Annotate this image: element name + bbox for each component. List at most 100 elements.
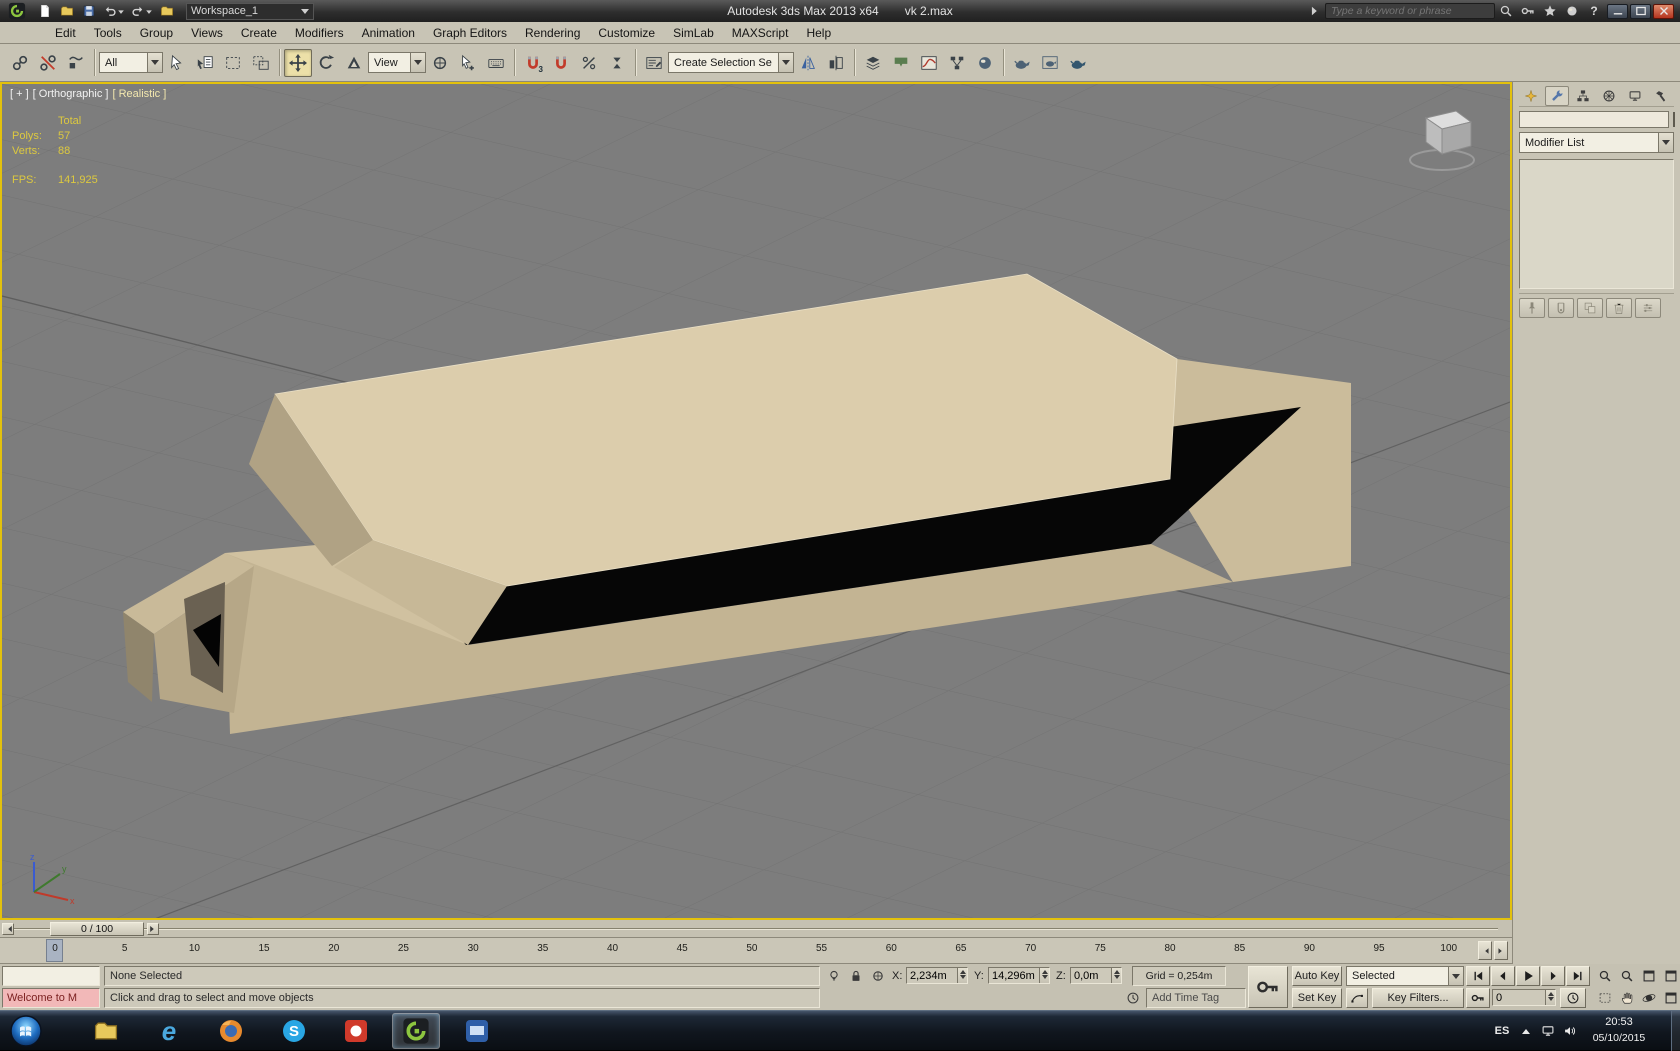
default-tangent-button[interactable] [1346,988,1368,1008]
key-mode-toggle-button[interactable] [1466,988,1490,1008]
view-cube[interactable] [1398,98,1486,186]
configure-modifier-sets-button[interactable] [1635,298,1661,318]
close-button[interactable] [1653,3,1674,19]
viewport-pov-menu[interactable]: [ Orthographic ] [33,88,109,100]
taskbar-3dsmax-button[interactable] [392,1013,440,1049]
zoom-region-button[interactable] [1594,988,1615,1008]
next-frame-button[interactable] [1541,966,1565,986]
make-unique-button[interactable] [1577,298,1603,318]
zoom-all-button[interactable] [1616,966,1637,986]
menu-item[interactable]: Animation [353,22,424,44]
select-and-manipulate-button[interactable] [454,49,482,77]
absolute-offset-toggle[interactable] [868,966,888,986]
named-selection-combo[interactable]: Create Selection Se [668,52,794,73]
tab-utilities[interactable] [1649,86,1673,106]
search-button[interactable] [1495,2,1517,20]
menu-item[interactable]: Graph Editors [424,22,516,44]
auto-key-button[interactable]: Auto Key [1292,966,1342,986]
zoom-button[interactable] [1594,966,1615,986]
maximize-viewport-toggle[interactable] [1660,988,1680,1008]
tab-motion[interactable] [1597,86,1621,106]
taskbar-clock[interactable]: 20:53 05/10/2015 [1576,1014,1662,1046]
menu-item[interactable]: Modifiers [286,22,353,44]
maxscript-macro-recorder[interactable] [2,966,100,986]
zoom-extents-button[interactable] [1638,966,1659,986]
select-by-name-button[interactable] [191,49,219,77]
selection-lock-toggle[interactable] [846,966,866,986]
time-slider-track[interactable] [14,928,1498,930]
help-button[interactable]: ? [1583,2,1605,20]
redo-button[interactable] [128,2,156,20]
menu-item[interactable]: Group [131,22,182,44]
menu-item[interactable]: Edit [46,22,85,44]
z-coordinate-input[interactable] [1071,969,1111,982]
time-slider-handle[interactable]: 0 / 100 [50,922,144,936]
chevron-down-icon[interactable] [1448,967,1463,985]
current-frame-input[interactable] [1493,991,1545,1004]
isolate-selection-toggle[interactable] [824,966,844,986]
play-animation-button[interactable] [1516,966,1540,986]
set-key-button[interactable]: Set Key [1292,988,1342,1008]
minimize-button[interactable] [1607,3,1628,19]
angle-snap-button[interactable] [547,49,575,77]
current-frame-field[interactable] [1492,989,1556,1006]
remove-modifier-button[interactable] [1606,298,1632,318]
set-keys-button[interactable] [1248,966,1288,1008]
bind-to-space-warp-button[interactable] [62,49,90,77]
new-scene-button[interactable] [34,2,56,20]
redo-dropdown-arrow[interactable] [146,10,152,16]
next-key-button[interactable] [1494,941,1508,960]
communication-center-button[interactable] [1561,2,1583,20]
edit-named-selections-button[interactable] [640,49,668,77]
select-object-button[interactable] [163,49,191,77]
time-configuration-button[interactable] [1560,988,1586,1008]
select-and-link-button[interactable] [6,49,34,77]
show-end-result-button[interactable] [1548,298,1574,318]
previous-frame-button[interactable] [1491,966,1515,986]
menu-item[interactable]: Rendering [516,22,589,44]
render-setup-button[interactable] [1008,49,1036,77]
menu-item[interactable]: Customize [589,22,664,44]
pan-view-button[interactable] [1616,988,1637,1008]
material-editor-button[interactable] [971,49,999,77]
time-slider-next-button[interactable] [147,923,159,935]
taskbar-blue-app-button[interactable] [455,1013,499,1049]
align-button[interactable] [822,49,850,77]
menu-item[interactable]: Views [182,22,232,44]
spinner-snap-button[interactable] [603,49,631,77]
orbit-button[interactable] [1638,988,1659,1008]
language-indicator[interactable]: ES [1492,1021,1512,1041]
unlink-selection-button[interactable] [34,49,62,77]
y-spinner[interactable] [1039,968,1049,983]
show-hidden-icons-button[interactable] [1516,1021,1536,1041]
add-time-tag-field[interactable]: Add Time Tag [1146,988,1246,1008]
z-coordinate-field[interactable] [1070,967,1122,984]
go-to-start-button[interactable] [1466,966,1490,986]
use-pivot-center-button[interactable] [426,49,454,77]
undo-dropdown-arrow[interactable] [118,10,124,16]
menu-item[interactable]: Help [797,22,840,44]
frame-spinner[interactable] [1545,990,1555,1005]
chevron-down-icon[interactable] [1658,133,1673,152]
taskbar-firefox-button[interactable] [209,1013,253,1049]
curve-editor-button[interactable] [915,49,943,77]
network-tray-icon[interactable] [1538,1021,1558,1041]
modifier-list-dropdown[interactable]: Modifier List [1519,132,1674,153]
y-coordinate-input[interactable] [989,969,1039,982]
zoom-extents-all-button[interactable] [1660,966,1680,986]
graphite-ribbon-button[interactable] [887,49,915,77]
subscription-button[interactable] [1517,2,1539,20]
modifier-stack-list[interactable] [1519,159,1674,289]
y-coordinate-field[interactable] [988,967,1050,984]
save-file-button[interactable] [78,2,100,20]
undo-button[interactable] [100,2,128,20]
search-input[interactable] [1325,3,1495,19]
tab-modify[interactable] [1545,85,1569,106]
track-bar[interactable]: 0 5 10 15 20 25 30 35 40 45 50 55 60 65 70 75 80 85 90 95 10… [0,938,1512,964]
go-to-end-button[interactable] [1566,966,1590,986]
viewport-canvas[interactable] [2,84,1510,918]
open-file-button[interactable] [56,2,78,20]
previous-key-button[interactable] [1478,941,1492,960]
x-coordinate-input[interactable] [907,969,957,982]
menu-item[interactable]: Create [232,22,286,44]
